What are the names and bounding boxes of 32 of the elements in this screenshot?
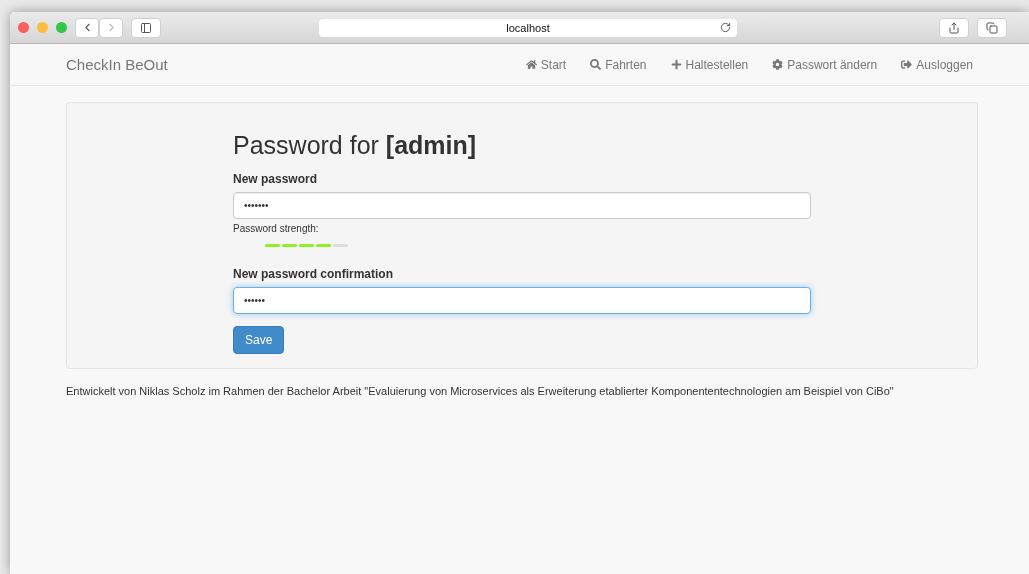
password-field[interactable]: •••••• [233,287,811,314]
reload-icon[interactable] [720,21,731,33]
logout-icon [901,59,913,70]
nav-link[interactable]: Passwort ändern [772,57,878,72]
nav-link[interactable]: Haltestellen [670,57,749,72]
brand[interactable]: CheckIn BeOut [66,56,168,73]
zoom-button[interactable] [56,22,67,33]
save-button[interactable]: Save [233,326,285,354]
settings-icon [772,59,784,70]
footer-text: Entwickelt von Niklas Scholz im Rahmen der Bachelor Arbeit "Evaluierung von Microservices als Erweiterung etablierter Komponententechnologien am Beispiel von CiBo" [66,385,895,397]
share-icon [948,21,960,34]
nav-link[interactable]: Fahrten [590,57,647,72]
back-button[interactable] [75,17,99,38]
password-field[interactable]: ••••••• [233,192,811,219]
field-label: New password confirmation [233,267,395,281]
close-button[interactable] [18,22,29,33]
address-bar[interactable]: localhost [319,18,737,37]
sidebar-button[interactable] [131,17,161,38]
page-title: Password for [admin] [233,131,478,160]
field-label: New password [233,172,319,186]
nav-link[interactable]: Start [525,57,567,72]
minimize-button[interactable] [37,22,48,33]
strength-label: Password strength: [233,223,320,234]
nav-link[interactable]: Ausloggen [901,57,973,72]
plus-icon [670,59,682,70]
tabs-icon [986,21,998,34]
forward-button[interactable] [99,17,123,38]
share-button[interactable] [939,17,969,38]
tabs-button[interactable] [977,17,1007,38]
sidebar-icon [140,21,152,34]
search-icon [590,59,602,70]
home-icon [525,59,537,70]
